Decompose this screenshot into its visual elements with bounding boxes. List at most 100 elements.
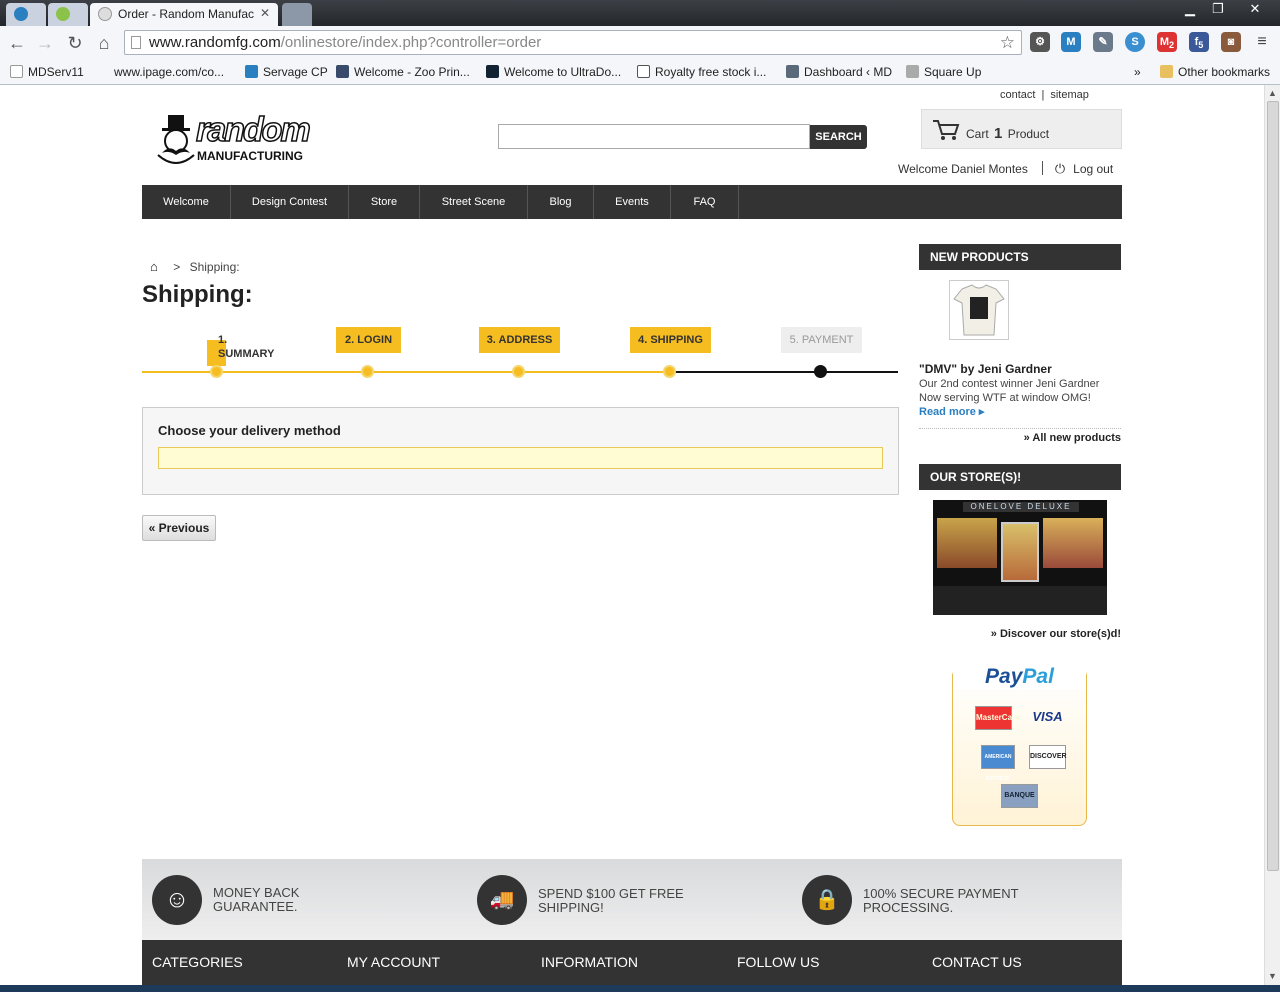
site-logo[interactable]: random MANUFACTURING <box>154 110 311 169</box>
close-tab-icon[interactable]: ✕ <box>260 6 270 20</box>
visa-icon: VISA <box>1032 709 1063 724</box>
store-street <box>933 586 1107 615</box>
back-icon[interactable]: ← <box>5 31 29 55</box>
cart-label: Cart 1 Product <box>966 125 1050 142</box>
feature-secure-payment: 100% SECURE PAYMENT PROCESSING. <box>863 886 1019 915</box>
bookmarks-overflow[interactable]: » <box>1134 63 1141 81</box>
windows-taskbar <box>0 985 1280 992</box>
main-nav: Welcome Design Contest Store Street Scen… <box>142 185 1122 219</box>
smiley-icon: ☺ <box>152 875 202 925</box>
bookmark-item[interactable]: Square Up <box>906 63 981 81</box>
all-new-products-link[interactable]: » All new products <box>919 428 1121 444</box>
bookmark-star-icon[interactable]: ☆ <box>1000 31 1015 54</box>
tab-pinned-1[interactable] <box>6 3 46 26</box>
bookmark-item[interactable]: MDServ11 <box>10 63 84 81</box>
lock-icon: 🔒 <box>802 875 852 925</box>
step-address[interactable]: 3. ADDRESS <box>479 327 560 353</box>
feature-money-back: MONEY BACK GUARANTEE. <box>213 885 300 914</box>
product-name[interactable]: "DMV" by Jeni Gardner <box>919 362 1052 376</box>
step-login[interactable]: 2. LOGIN <box>336 327 401 353</box>
mastercard-icon: MasterCard <box>975 706 1020 730</box>
feature-free-shipping: SPEND $100 GET FREE SHIPPING! <box>538 886 684 915</box>
nav-street-scene[interactable]: Street Scene <box>420 185 528 219</box>
restore-icon[interactable]: ❐ <box>1204 0 1232 18</box>
nav-welcome[interactable]: Welcome <box>142 185 231 219</box>
reload-icon[interactable]: ↻ <box>63 31 87 55</box>
nav-events[interactable]: Events <box>594 185 671 219</box>
step-summary[interactable]: 1. SUMMARY <box>218 333 274 360</box>
forward-icon[interactable]: → <box>33 31 57 55</box>
menu-icon[interactable]: ≡ <box>1252 32 1272 52</box>
bookmark-item[interactable]: www.ipage.com/co... <box>114 63 224 81</box>
other-bookmarks[interactable]: Other bookmarks <box>1160 63 1270 81</box>
contact-link[interactable]: contact <box>1000 89 1035 101</box>
home-icon[interactable]: ⌂ <box>92 31 116 55</box>
step-dot-5 <box>814 365 827 378</box>
logout-link[interactable]: Log out <box>1073 162 1113 176</box>
bookmark-item[interactable]: Welcome to UltraDo... <box>486 63 621 81</box>
caret-right-icon: ▸ <box>978 406 985 418</box>
previous-button[interactable]: « Previous <box>142 515 216 541</box>
our-stores-heading: OUR STORE(S)! <box>919 464 1121 490</box>
footer-my-account: MY ACCOUNT <box>347 954 441 970</box>
tab-title: Order - Random Manufac <box>118 7 255 21</box>
minimize-icon[interactable]: ▁ <box>1176 0 1204 18</box>
bookmark-item[interactable]: Royalty free stock i... <box>637 63 766 81</box>
delivery-heading: Choose your delivery method <box>158 423 341 438</box>
cart-icon <box>933 120 960 140</box>
address-bar[interactable]: www.randomfg.com/onlinestore/index.php?c… <box>124 30 1022 55</box>
bookmark-item[interactable]: Welcome - Zoo Prin... <box>336 63 470 81</box>
search-input[interactable] <box>498 124 810 149</box>
scrollbar-thumb[interactable] <box>1267 101 1279 871</box>
read-more-link[interactable]: Read more ▸ <box>919 405 984 418</box>
nav-faq[interactable]: FAQ <box>671 185 739 219</box>
skype-icon[interactable]: S <box>1125 32 1145 52</box>
site-favicon-icon <box>98 7 112 21</box>
bookmarks-bar: MDServ11 www.ipage.com/co... Servage CP … <box>0 60 1280 85</box>
gmail-icon[interactable]: M2 <box>1157 32 1177 52</box>
ultradox-icon <box>486 65 499 78</box>
scroll-up-icon[interactable]: ▲ <box>1268 88 1277 98</box>
nav-design-contest[interactable]: Design Contest <box>231 185 349 219</box>
product-description: Our 2nd contest winner Jeni Gardner Now … <box>919 378 1100 404</box>
tab-pinned-2[interactable] <box>48 3 88 26</box>
eyedropper-icon[interactable]: ✎ <box>1093 32 1113 52</box>
store-window-left <box>937 518 997 568</box>
logo-wordmark: random <box>195 110 311 150</box>
discover-stores-link[interactable]: » Discover our store(s)d! <box>919 628 1121 640</box>
page-scrollbar[interactable]: ▲ ▼ <box>1264 85 1280 985</box>
step-dot-2 <box>361 365 374 378</box>
cart-summary[interactable]: Cart 1 Product <box>921 109 1122 149</box>
bookmark-item[interactable]: Dashboard ‹ MD <box>786 63 892 81</box>
progress-line-todo <box>670 371 898 373</box>
discover-card-icon: DISCOVER <box>1029 745 1067 769</box>
facebook-icon[interactable]: f5 <box>1189 32 1209 52</box>
paypal-badge: PayPal MasterCard VISA AMERICAN EXPRESS … <box>952 665 1087 826</box>
sitemap-link[interactable]: sitemap <box>1050 89 1089 101</box>
m-extension-icon[interactable]: M <box>1061 32 1081 52</box>
features-bar: ☺ MONEY BACK GUARANTEE. 🚚 SPEND $100 GET… <box>142 859 1122 940</box>
tab-order[interactable]: Order - Random Manufac ✕ <box>90 3 278 26</box>
home-icon[interactable]: ⌂ <box>150 259 158 274</box>
power-icon[interactable]: ⏻ <box>1055 161 1065 176</box>
banque-icon: BANQUE <box>1001 784 1038 808</box>
delivery-method-panel: Choose your delivery method <box>142 407 899 495</box>
tab-strip: Order - Random Manufac ✕ ▁ ❐ ✕ <box>0 0 1280 26</box>
step-payment: 5. PAYMENT <box>781 327 862 353</box>
store-photo[interactable]: ONELOVE DELUXE <box>933 500 1107 615</box>
search-button[interactable]: SEARCH <box>810 125 867 149</box>
instagram-icon[interactable]: ◙ <box>1221 32 1241 52</box>
breadcrumb: ⌂ > Shipping: <box>150 259 240 274</box>
store-window-right <box>1043 518 1103 568</box>
product-thumbnail[interactable] <box>949 280 1009 340</box>
nav-blog[interactable]: Blog <box>528 185 594 219</box>
nav-store[interactable]: Store <box>349 185 420 219</box>
scroll-down-icon[interactable]: ▼ <box>1268 971 1277 981</box>
new-tab-button[interactable] <box>282 3 312 26</box>
bookmark-item[interactable]: Servage CP <box>245 63 328 81</box>
settings-gear-icon[interactable]: ⚙ <box>1030 32 1050 52</box>
page-icon <box>131 36 141 49</box>
amex-icon: AMERICAN EXPRESS <box>981 745 1015 782</box>
logo-subtitle: MANUFACTURING <box>197 149 303 163</box>
window-close-icon[interactable]: ✕ <box>1238 0 1272 18</box>
